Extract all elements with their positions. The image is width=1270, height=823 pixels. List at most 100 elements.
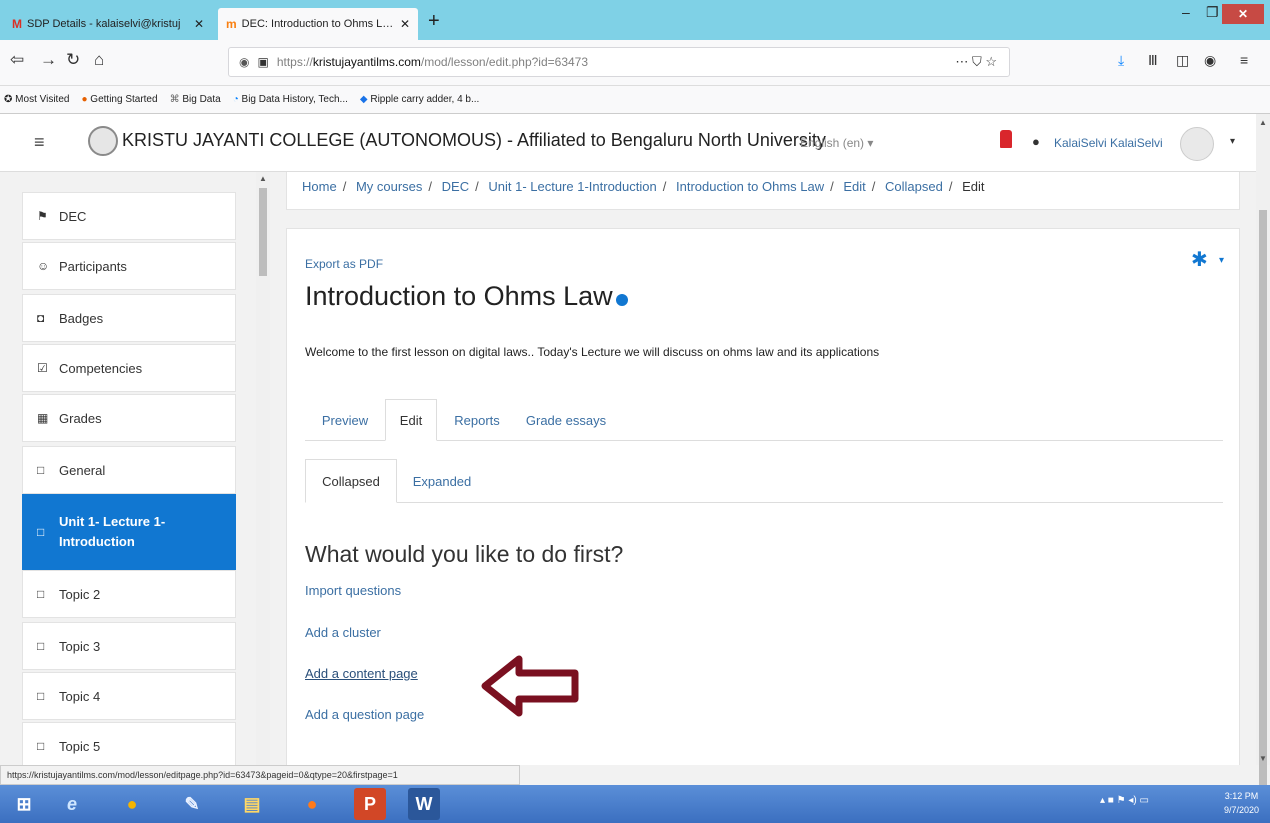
- taskbar-clock[interactable]: 3:12 PM 9/7/2020: [1224, 789, 1259, 817]
- breadcrumb-item[interactable]: My courses: [356, 179, 422, 194]
- bookmark-big-data-history[interactable]: ◔ Big Data History, Tech...: [233, 94, 348, 105]
- folder-icon: □: [37, 525, 45, 539]
- window-close-button[interactable]: ✕: [1222, 4, 1264, 24]
- breadcrumb-item[interactable]: Collapsed: [885, 179, 943, 194]
- tab-preview[interactable]: Preview: [305, 399, 385, 441]
- sidebar-item-topic-4[interactable]: □ Topic 4: [22, 672, 236, 720]
- tab-edit[interactable]: Edit: [385, 399, 437, 441]
- reload-icon[interactable]: ↻: [66, 50, 80, 70]
- chevron-down-icon[interactable]: ▾: [1219, 255, 1224, 266]
- breadcrumb-item[interactable]: Introduction to Ohms Law: [676, 179, 824, 194]
- scroll-down-icon[interactable]: ▼: [1259, 754, 1267, 763]
- import-questions-link[interactable]: Import questions: [305, 583, 401, 598]
- sidebar-item-topic-3[interactable]: □ Topic 3: [22, 622, 236, 670]
- back-icon[interactable]: ⇦: [10, 50, 24, 70]
- sidebar-item-topic-5[interactable]: □ Topic 5: [22, 722, 236, 765]
- word-icon[interactable]: W: [408, 788, 440, 820]
- sidebar-item-participants[interactable]: ☺ Participants: [22, 242, 236, 290]
- breadcrumb-item[interactable]: DEC: [442, 179, 469, 194]
- sidebar-item-topic-2[interactable]: □ Topic 2: [22, 570, 236, 618]
- lesson-tabs: Preview Edit Reports Grade essays: [305, 399, 1223, 441]
- bookmark-getting-started[interactable]: ● Getting Started: [81, 94, 157, 105]
- scroll-thumb[interactable]: [1259, 210, 1267, 790]
- user-name[interactable]: KalaiSelvi KalaiSelvi: [1054, 136, 1163, 150]
- scroll-up-icon[interactable]: ▲: [259, 174, 267, 183]
- messages-icon[interactable]: ●: [1032, 134, 1040, 149]
- powerpoint-icon[interactable]: P: [354, 788, 386, 820]
- sidebar-item-badges[interactable]: ◘ Badges: [22, 294, 236, 342]
- add-question-page-link[interactable]: Add a question page: [305, 707, 424, 722]
- forward-icon[interactable]: →: [40, 50, 57, 70]
- sidebar-item-label: Topic 5: [59, 738, 101, 754]
- page-scrollbar[interactable]: ▲ ▼: [1256, 114, 1270, 790]
- menu-icon[interactable]: ≡: [1240, 52, 1248, 68]
- url-bar[interactable]: ◉ ▣ https:// kristujayantilms.com /mod/l…: [228, 47, 1010, 77]
- help-icon[interactable]: [615, 293, 628, 306]
- sidebar-item-competencies[interactable]: ☑ Competencies: [22, 344, 236, 392]
- sidebar-item-label: Competencies: [59, 360, 143, 376]
- maximize-icon[interactable]: ❐: [1206, 4, 1219, 21]
- page-title: Introduction to Ohms Law: [305, 281, 628, 312]
- sidebar-item-grades[interactable]: ▦ Grades: [22, 394, 236, 442]
- sidebar-item-label: Topic 2: [59, 586, 101, 602]
- windows-start-icon[interactable]: ⊞: [4, 788, 44, 820]
- gmail-icon: M: [12, 17, 22, 31]
- system-tray-icons[interactable]: ▴ ■ ⚑ ◂) ▭: [1100, 795, 1149, 806]
- tab-reports[interactable]: Reports: [441, 399, 513, 441]
- breadcrumb-item[interactable]: Home: [302, 179, 337, 194]
- close-tab-icon[interactable]: ✕: [400, 17, 410, 31]
- bookmark-big-data[interactable]: ⌘ Big Data: [170, 94, 221, 105]
- avatar[interactable]: [1180, 127, 1214, 161]
- new-tab-button[interactable]: +: [428, 10, 440, 33]
- scroll-thumb[interactable]: [259, 188, 267, 276]
- drawer-toggle-icon[interactable]: ≡: [34, 132, 45, 153]
- notification-icon[interactable]: [1000, 130, 1012, 148]
- bookmark-most-visited[interactable]: ✪ Most Visited: [4, 94, 69, 105]
- lock-icon: ▣: [257, 55, 269, 69]
- add-cluster-link[interactable]: Add a cluster: [305, 625, 381, 640]
- page-actions-icon[interactable]: ⋯ ⛉ ☆: [955, 54, 997, 70]
- export-pdf-link[interactable]: Export as PDF: [305, 257, 383, 271]
- home-icon[interactable]: ⌂: [94, 50, 104, 70]
- scroll-up-icon[interactable]: ▲: [1259, 118, 1267, 127]
- browser-nav-bar: ⇦ → ↻ ⌂ ◉ ▣ https:// kristujayantilms.co…: [0, 40, 1270, 86]
- internet-explorer-icon[interactable]: e: [52, 788, 92, 820]
- folder-icon: □: [37, 689, 45, 703]
- browser-tab-gmail[interactable]: M SDP Details - kalaiselvi@kristuj ✕: [4, 8, 212, 40]
- college-logo[interactable]: [88, 126, 118, 156]
- minimize-icon[interactable]: –: [1182, 4, 1190, 20]
- firefox-icon[interactable]: ●: [292, 788, 332, 820]
- add-content-page-link[interactable]: Add a content page: [305, 666, 418, 681]
- language-menu[interactable]: English (en) ▾: [800, 136, 873, 150]
- account-icon[interactable]: ◉: [1204, 52, 1216, 69]
- graduation-cap-icon: ⚑: [37, 209, 48, 223]
- sidebar-item-general[interactable]: □ General: [22, 446, 236, 494]
- gear-icon[interactable]: ✱: [1191, 247, 1208, 272]
- download-icon[interactable]: ⤓: [1118, 52, 1124, 69]
- tab-collapsed[interactable]: Collapsed: [305, 459, 397, 503]
- breadcrumb-item[interactable]: Edit: [843, 179, 865, 194]
- file-explorer-icon[interactable]: ▤: [232, 788, 272, 820]
- first-step-heading: What would you like to do first?: [305, 541, 624, 567]
- sidebar-item-dec[interactable]: ⚑ DEC: [22, 192, 236, 240]
- breadcrumb-item[interactable]: Unit 1- Lecture 1-Introduction: [488, 179, 656, 194]
- drawer-scrollbar[interactable]: ▲: [256, 172, 270, 765]
- chevron-down-icon[interactable]: ▾: [1230, 136, 1235, 147]
- tab-grade-essays[interactable]: Grade essays: [517, 399, 615, 441]
- lesson-card: Export as PDF ✱ ▾ Introduction to Ohms L…: [286, 228, 1240, 765]
- chrome-icon[interactable]: ●: [112, 788, 152, 820]
- sidebar-item-unit-1[interactable]: □ Unit 1- Lecture 1-Introduction: [22, 494, 236, 570]
- folder-icon: □: [37, 587, 45, 601]
- tab-expanded[interactable]: Expanded: [401, 459, 483, 503]
- sidebar-item-label: DEC: [59, 208, 87, 224]
- browser-tab-moodle[interactable]: m DEC: Introduction to Ohms Law ✕: [218, 8, 418, 40]
- site-title[interactable]: KRISTU JAYANTI COLLEGE (AUTONOMOUS) - Af…: [122, 130, 826, 151]
- bookmark-ripple-carry-adder[interactable]: ◆ Ripple carry adder, 4 b...: [360, 94, 479, 105]
- lesson-intro: Welcome to the first lesson on digital l…: [305, 345, 880, 359]
- firefox-icon: ●: [81, 94, 88, 105]
- sidebar-icon[interactable]: ◫: [1176, 52, 1189, 69]
- paint-icon[interactable]: ✎: [172, 788, 212, 820]
- library-icon[interactable]: Ⅲ: [1148, 52, 1158, 69]
- close-tab-icon[interactable]: ✕: [194, 17, 204, 31]
- shield-icon: ◘: [37, 311, 45, 325]
